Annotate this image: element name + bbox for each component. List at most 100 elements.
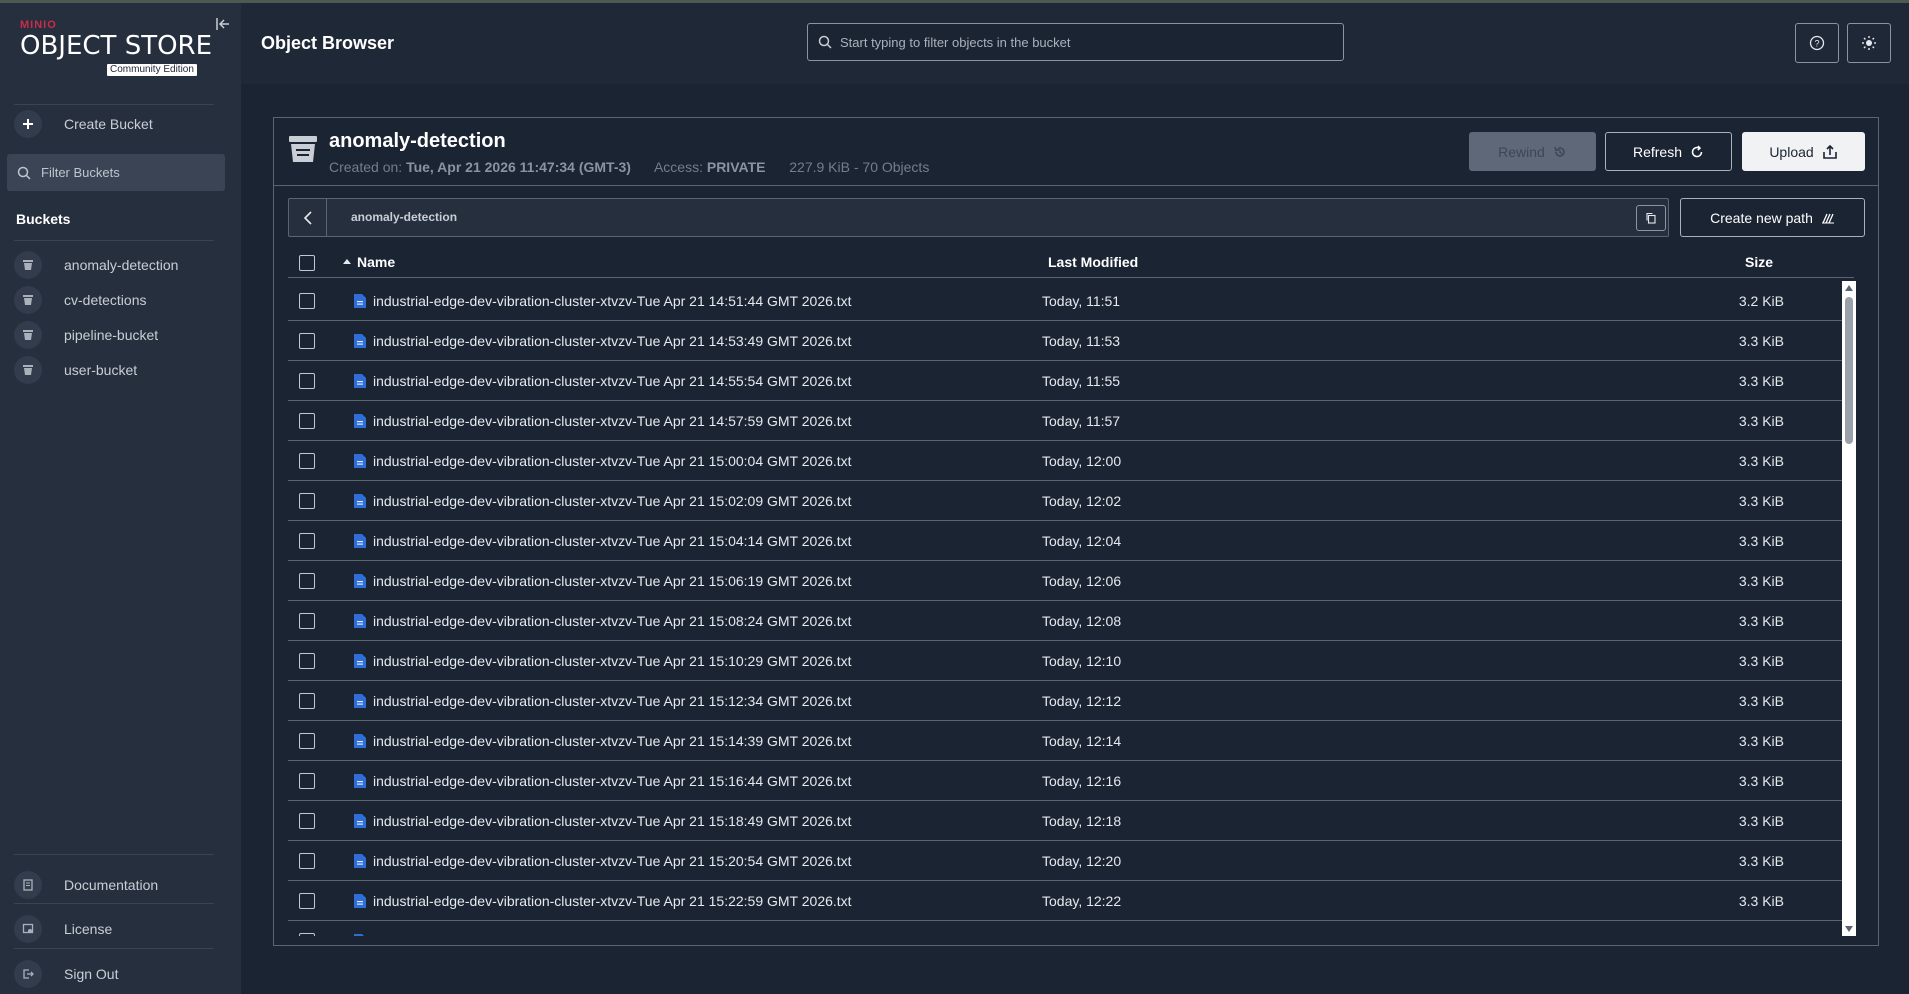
row-checkbox[interactable] <box>299 413 315 429</box>
row-checkbox[interactable] <box>299 853 315 869</box>
search-icon <box>818 35 832 49</box>
file-icon <box>354 294 366 308</box>
row-checkbox[interactable] <box>299 333 315 349</box>
file-icon <box>354 494 366 508</box>
file-name: industrial-edge-dev-vibration-cluster-xt… <box>373 653 852 669</box>
table-row[interactable]: industrial-edge-dev-vibration-cluster-xt… <box>288 281 1844 321</box>
help-button[interactable]: ? <box>1795 23 1839 63</box>
back-button[interactable] <box>289 199 327 236</box>
file-size: 3.3 KiB <box>1738 653 1784 669</box>
select-all-checkbox[interactable] <box>299 255 315 271</box>
table-row[interactable]: industrial-edge-dev-vibration-cluster-xt… <box>288 881 1844 921</box>
table-row[interactable]: industrial-edge-dev-vibration-cluster-xt… <box>288 601 1844 641</box>
sidebar-bucket-user-bucket[interactable]: user-bucket <box>14 355 224 385</box>
sidebar-bucket-anomaly-detection[interactable]: anomaly-detection <box>14 250 224 280</box>
row-checkbox[interactable] <box>299 373 315 389</box>
create-bucket-button[interactable]: Create Bucket <box>14 109 224 139</box>
license-link[interactable]: License <box>14 914 224 944</box>
row-checkbox[interactable] <box>299 653 315 669</box>
row-checkbox[interactable] <box>299 453 315 469</box>
filter-buckets-input[interactable]: Filter Buckets <box>7 154 225 191</box>
file-size: 3.3 KiB <box>1738 813 1784 829</box>
table-row[interactable]: industrial-edge-dev-vibration-cluster-xt… <box>288 721 1844 761</box>
table-row[interactable]: industrial-edge-dev-vibration-cluster-xt… <box>288 321 1844 361</box>
documentation-link[interactable]: Documentation <box>14 870 224 900</box>
table-row[interactable]: industrial-edge-dev-vibration-cluster-xt… <box>288 841 1844 881</box>
table-row[interactable]: industrial-edge-dev-vibration-cluster-xt… <box>288 761 1844 801</box>
file-name: industrial-edge-dev-vibration-cluster-xt… <box>373 373 852 389</box>
table-row[interactable]: industrial-edge-dev-vibration-cluster-xt… <box>288 481 1844 521</box>
sign-out-icon <box>14 960 42 988</box>
column-header-size[interactable]: Size <box>1745 254 1773 270</box>
file-icon <box>354 814 366 828</box>
row-checkbox[interactable] <box>299 933 315 936</box>
object-search-box[interactable] <box>807 23 1344 61</box>
file-name: industrial-edge-dev-vibration-cluster-xt… <box>373 733 852 749</box>
table-row[interactable]: industrial-edge-dev-vibration-cluster-xt… <box>288 561 1844 601</box>
filter-buckets-placeholder: Filter Buckets <box>41 165 120 180</box>
buckets-heading: Buckets <box>16 211 71 227</box>
file-icon <box>354 374 366 388</box>
table-row[interactable]: industrial-edge-dev-vibration-cluster-xt… <box>288 441 1844 481</box>
file-last-modified: Today, 11:55 <box>1042 373 1121 389</box>
table-header: Name Last Modified Size <box>288 246 1854 278</box>
table-row[interactable]: industrial-edge-dev-vibration-cluster-xt… <box>288 921 1844 936</box>
table-row[interactable]: industrial-edge-dev-vibration-cluster-xt… <box>288 401 1844 441</box>
file-last-modified: Today, 12:10 <box>1042 653 1122 669</box>
object-search-input[interactable] <box>840 34 1330 50</box>
file-icon <box>354 614 366 628</box>
table-row[interactable]: industrial-edge-dev-vibration-cluster-xt… <box>288 641 1844 681</box>
column-header-name[interactable]: Name <box>341 254 395 270</box>
bucket-usage: 227.9 KiB - 70 Objects <box>789 159 930 175</box>
license-label: License <box>64 921 113 937</box>
sidebar-divider <box>14 104 214 105</box>
row-checkbox[interactable] <box>299 693 315 709</box>
file-last-modified: Today, 11:53 <box>1042 333 1121 349</box>
svg-text:?: ? <box>1814 39 1819 49</box>
create-new-path-button[interactable]: Create new path <box>1680 198 1865 237</box>
row-checkbox[interactable] <box>299 533 315 549</box>
row-checkbox[interactable] <box>299 733 315 749</box>
row-checkbox[interactable] <box>299 773 315 789</box>
theme-toggle-button[interactable] <box>1847 23 1891 63</box>
upload-button[interactable]: Upload <box>1742 132 1865 171</box>
row-checkbox[interactable] <box>299 813 315 829</box>
access-value: PRIVATE <box>706 159 766 175</box>
refresh-button[interactable]: Refresh <box>1605 132 1732 171</box>
sidebar-divider <box>14 240 214 241</box>
current-path[interactable]: anomaly-detection <box>351 210 457 224</box>
row-checkbox[interactable] <box>299 893 315 909</box>
collapse-sidebar-icon[interactable] <box>214 15 232 33</box>
access-label: Access: <box>653 159 703 175</box>
minio-logo[interactable]: MINIO OBJECT STORE Community Edition <box>20 19 220 81</box>
scroll-thumb[interactable] <box>1845 297 1853 444</box>
bucket-icon <box>14 321 42 349</box>
file-last-modified: Today, 12:08 <box>1042 613 1122 629</box>
sidebar-bucket-pipeline-bucket[interactable]: pipeline-bucket <box>14 320 224 350</box>
table-row[interactable]: industrial-edge-dev-vibration-cluster-xt… <box>288 801 1844 841</box>
scroll-up-arrow[interactable] <box>1845 285 1853 291</box>
copy-path-button[interactable] <box>1636 205 1666 231</box>
scroll-down-arrow[interactable] <box>1845 926 1853 932</box>
object-list: industrial-edge-dev-vibration-cluster-xt… <box>288 281 1854 936</box>
file-size: 3.3 KiB <box>1738 853 1784 869</box>
documentation-icon <box>14 871 42 899</box>
row-checkbox[interactable] <box>299 293 315 309</box>
rewind-button[interactable]: Rewind <box>1469 132 1596 171</box>
row-checkbox[interactable] <box>299 573 315 589</box>
sidebar-bucket-cv-detections[interactable]: cv-detections <box>14 285 224 315</box>
bucket-panel: anomaly-detection Created on: Tue, Apr 2… <box>273 117 1879 946</box>
page-title: Object Browser <box>261 33 395 53</box>
file-last-modified: Today, 12:04 <box>1042 533 1122 549</box>
row-checkbox[interactable] <box>299 613 315 629</box>
table-row[interactable]: industrial-edge-dev-vibration-cluster-xt… <box>288 681 1844 721</box>
file-size: 3.3 KiB <box>1738 733 1784 749</box>
list-scrollbar[interactable] <box>1842 281 1856 936</box>
bucket-meta: Created on: Tue, Apr 21 2026 11:47:34 (G… <box>329 159 929 175</box>
row-checkbox[interactable] <box>299 493 315 509</box>
file-last-modified: Today, 12:00 <box>1042 453 1122 469</box>
table-row[interactable]: industrial-edge-dev-vibration-cluster-xt… <box>288 361 1844 401</box>
column-header-last-modified[interactable]: Last Modified <box>1048 254 1138 270</box>
table-row[interactable]: industrial-edge-dev-vibration-cluster-xt… <box>288 521 1844 561</box>
sign-out-button[interactable]: Sign Out <box>14 959 224 989</box>
